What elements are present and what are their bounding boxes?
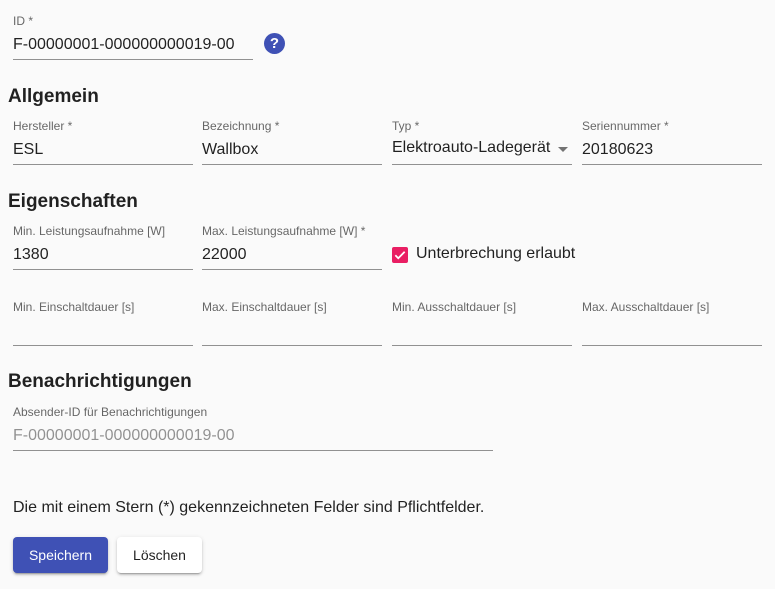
max-on-duration-label: Max. Einschaltdauer [s]	[202, 300, 327, 314]
id-input[interactable]	[13, 34, 253, 56]
designation-input[interactable]	[202, 139, 382, 161]
min-on-duration-field[interactable]: Min. Einschaltdauer [s]	[13, 300, 193, 346]
max-off-duration-field[interactable]: Max. Ausschaltdauer [s]	[582, 300, 762, 346]
sender-id-underline	[13, 450, 493, 451]
min-on-duration-input[interactable]	[13, 320, 193, 342]
serial-underline	[582, 164, 762, 165]
min-off-duration-input[interactable]	[392, 320, 572, 342]
help-icon[interactable]: ?	[264, 33, 285, 54]
id-label: ID *	[13, 14, 34, 28]
max-off-duration-underline	[582, 345, 762, 346]
serial-field[interactable]: Seriennummer *	[582, 119, 762, 165]
type-select[interactable]: Typ * Elektroauto-Ladegerät	[392, 119, 572, 165]
min-off-duration-field[interactable]: Min. Ausschaltdauer [s]	[392, 300, 572, 346]
max-on-duration-underline	[202, 345, 382, 346]
max-on-duration-input[interactable]	[202, 320, 382, 342]
min-off-duration-underline	[392, 345, 572, 346]
manufacturer-underline	[13, 164, 193, 165]
interruption-allowed-checkbox[interactable]: Unterbrechung erlaubt	[392, 245, 592, 265]
min-power-field[interactable]: Min. Leistungsaufnahme [W]	[13, 224, 193, 270]
serial-label: Seriennummer *	[582, 119, 669, 133]
max-power-underline	[202, 269, 382, 270]
section-title-properties: Eigenschaften	[8, 191, 138, 212]
sender-id-label: Absender-ID für Benachrichtigungen	[13, 405, 208, 419]
max-power-field[interactable]: Max. Leistungsaufnahme [W] *	[202, 224, 382, 270]
checkbox-checked-icon[interactable]	[392, 247, 408, 263]
type-selected-value: Elektroauto-Ladegerät	[392, 139, 551, 156]
type-label: Typ *	[392, 119, 420, 133]
delete-button[interactable]: Löschen	[117, 537, 202, 573]
type-underline	[392, 164, 572, 165]
id-underline	[13, 59, 253, 60]
min-on-duration-underline	[13, 345, 193, 346]
dropdown-arrow-icon[interactable]	[558, 147, 568, 152]
designation-underline	[202, 164, 382, 165]
max-off-duration-label: Max. Ausschaltdauer [s]	[582, 300, 710, 314]
min-power-label: Min. Leistungsaufnahme [W]	[13, 224, 166, 238]
manufacturer-label: Hersteller *	[13, 119, 73, 133]
min-on-duration-label: Min. Einschaltdauer [s]	[13, 300, 135, 314]
min-off-duration-label: Min. Ausschaltdauer [s]	[392, 300, 517, 314]
save-button[interactable]: Speichern	[13, 537, 108, 573]
min-power-underline	[13, 269, 193, 270]
serial-input[interactable]	[582, 139, 762, 161]
manufacturer-input[interactable]	[13, 139, 193, 161]
min-power-input[interactable]	[13, 244, 193, 266]
max-off-duration-input[interactable]	[582, 320, 762, 342]
sender-id-field[interactable]: Absender-ID für Benachrichtigungen	[13, 405, 493, 451]
designation-field[interactable]: Bezeichnung *	[202, 119, 382, 165]
manufacturer-field[interactable]: Hersteller *	[13, 119, 193, 165]
interruption-allowed-label: Unterbrechung erlaubt	[416, 245, 576, 262]
max-power-label: Max. Leistungsaufnahme [W] *	[202, 224, 366, 238]
max-on-duration-field[interactable]: Max. Einschaltdauer [s]	[202, 300, 382, 346]
id-field[interactable]: ID *	[13, 14, 253, 60]
max-power-input[interactable]	[202, 244, 382, 266]
sender-id-input[interactable]	[13, 425, 493, 447]
designation-label: Bezeichnung *	[202, 119, 280, 133]
section-title-notifications: Benachrichtigungen	[8, 371, 192, 392]
required-fields-note: Die mit einem Stern (*) gekennzeichneten…	[13, 499, 485, 516]
section-title-general: Allgemein	[8, 86, 99, 107]
